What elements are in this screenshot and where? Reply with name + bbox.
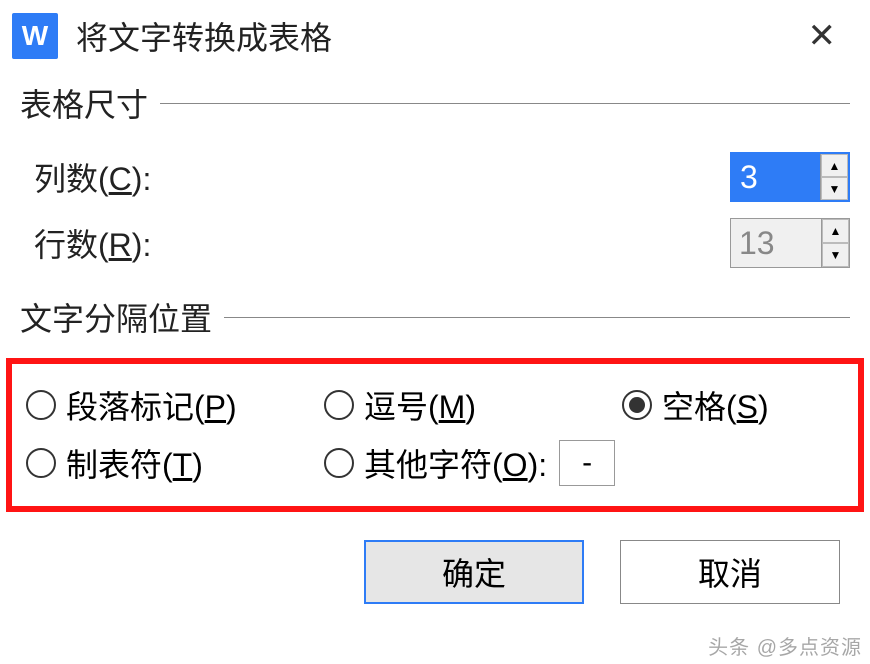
separator-row-2: 制表符(T) 其他字符(O): -	[26, 440, 844, 486]
table-size-legend-row: 表格尺寸	[20, 80, 850, 126]
radio-icon	[622, 390, 652, 420]
ok-button[interactable]: 确定	[364, 540, 584, 604]
t: )	[192, 447, 203, 483]
dialog-buttons: 确定 取消	[0, 512, 870, 604]
radio-space-label: 空格(S)	[662, 382, 769, 428]
t: T	[173, 447, 193, 483]
titlebar: W 将文字转换成表格 ✕	[0, 0, 870, 72]
radio-comma[interactable]: 逗号(M)	[324, 382, 614, 428]
rows-label-post: ):	[132, 227, 152, 263]
columns-up-button[interactable]: ▲	[821, 154, 848, 177]
t: 段落标记(	[66, 389, 205, 425]
radio-icon	[324, 448, 354, 478]
close-button[interactable]: ✕	[794, 12, 851, 60]
t: 制表符(	[66, 447, 173, 483]
t: M	[439, 389, 466, 425]
rows-spinner: 13 ▲ ▼	[730, 218, 850, 268]
separator-legend: 文字分隔位置	[20, 294, 212, 340]
radio-other[interactable]: 其他字符(O):	[324, 440, 547, 486]
t: )	[226, 389, 237, 425]
columns-label: 列数(C):	[34, 154, 730, 200]
columns-label-pre: 列数(	[34, 161, 109, 197]
rows-up-button[interactable]: ▲	[822, 219, 849, 243]
table-size-legend: 表格尺寸	[20, 80, 148, 126]
divider	[224, 317, 850, 318]
radio-icon	[324, 390, 354, 420]
separator-section: 文字分隔位置	[0, 276, 870, 340]
other-char-input[interactable]: -	[559, 440, 615, 486]
t: O	[503, 447, 528, 483]
radio-paragraph[interactable]: 段落标记(P)	[26, 382, 316, 428]
t: 空格(	[662, 389, 737, 425]
rows-down-button[interactable]: ▼	[822, 243, 849, 267]
t: )	[758, 389, 769, 425]
radio-tab[interactable]: 制表符(T)	[26, 440, 316, 486]
separator-legend-row: 文字分隔位置	[20, 294, 850, 340]
columns-label-post: ):	[132, 161, 152, 197]
columns-value[interactable]: 3	[732, 154, 820, 200]
t: ):	[528, 447, 548, 483]
separator-row-1: 段落标记(P) 逗号(M) 空格(S)	[26, 382, 844, 428]
rows-value: 13	[731, 219, 821, 267]
radio-icon	[26, 390, 56, 420]
table-size-section: 表格尺寸 列数(C): 3 ▲ ▼ 行数(R): 13 ▲ ▼	[0, 72, 870, 276]
rows-row: 行数(R): 13 ▲ ▼	[20, 210, 850, 276]
rows-label-pre: 行数(	[34, 227, 109, 263]
radio-tab-label: 制表符(T)	[66, 440, 203, 486]
rows-spinner-buttons: ▲ ▼	[821, 219, 849, 267]
radio-icon	[26, 448, 56, 478]
t: S	[737, 389, 758, 425]
columns-hotkey: C	[109, 161, 132, 197]
columns-row: 列数(C): 3 ▲ ▼	[20, 144, 850, 210]
t: P	[205, 389, 226, 425]
columns-down-button[interactable]: ▼	[821, 177, 848, 200]
radio-other-label: 其他字符(O):	[364, 440, 547, 486]
separator-options-highlight: 段落标记(P) 逗号(M) 空格(S) 制表符(T) 其他字符(O): -	[6, 358, 864, 512]
t: 逗号(	[364, 389, 439, 425]
watermark: 头条 @多点资源	[708, 631, 862, 660]
columns-spinner[interactable]: 3 ▲ ▼	[730, 152, 850, 202]
rows-label: 行数(R):	[34, 220, 730, 266]
dialog-title: 将文字转换成表格	[76, 13, 794, 59]
radio-comma-label: 逗号(M)	[364, 382, 476, 428]
app-icon: W	[12, 13, 58, 59]
radio-space[interactable]: 空格(S)	[622, 382, 769, 428]
divider	[160, 103, 850, 104]
radio-paragraph-label: 段落标记(P)	[66, 382, 237, 428]
close-icon: ✕	[808, 17, 837, 55]
columns-spinner-buttons: ▲ ▼	[820, 154, 848, 200]
cancel-button[interactable]: 取消	[620, 540, 840, 604]
t: 其他字符(	[364, 447, 503, 483]
rows-hotkey: R	[109, 227, 132, 263]
t: )	[465, 389, 476, 425]
